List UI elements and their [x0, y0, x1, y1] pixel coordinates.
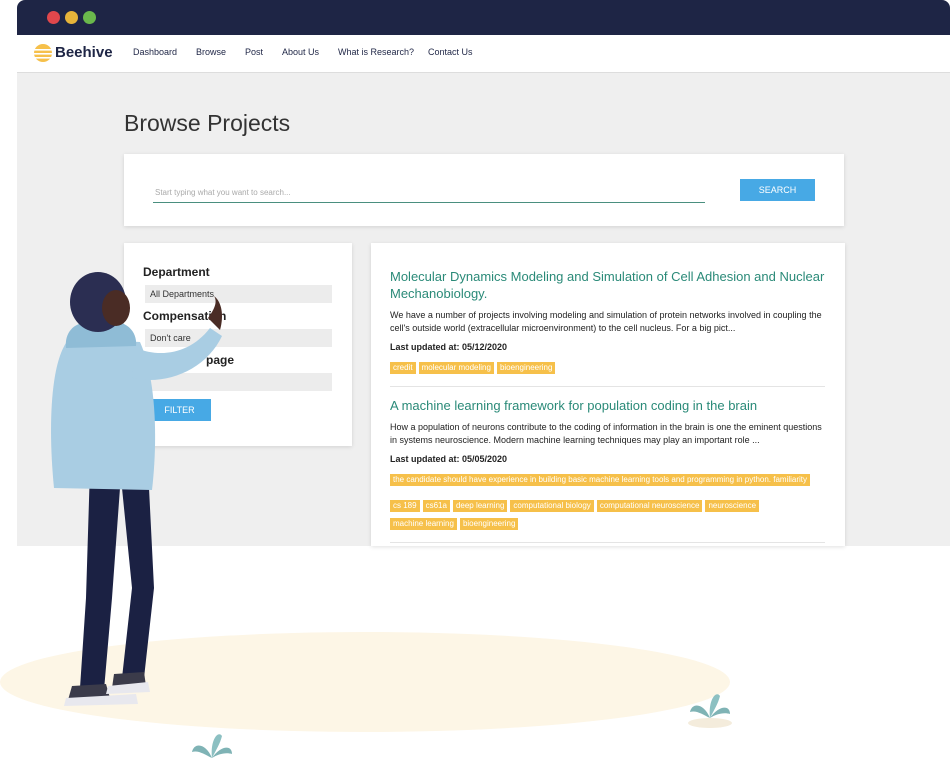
result-description: We have a number of projects involving m…: [390, 310, 822, 333]
nav-dashboard[interactable]: Dashboard: [133, 47, 177, 57]
search-card: SEARCH: [124, 154, 844, 226]
tag[interactable]: the candidate should have experience in …: [390, 474, 811, 486]
result-updated-date: Last updated at: 05/12/2020: [390, 342, 508, 352]
result-tags: credit molecular modeling bioengineering: [390, 358, 825, 376]
minimize-window-icon[interactable]: [65, 11, 78, 24]
nav-post[interactable]: Post: [245, 47, 263, 57]
tag[interactable]: bioengineering: [459, 518, 519, 530]
result-title[interactable]: Molecular Dynamics Modeling and Simulati…: [390, 268, 825, 302]
tag[interactable]: computational biology: [510, 500, 594, 512]
tag[interactable]: computational neuroscience: [596, 500, 703, 512]
plant-icon: [192, 734, 232, 758]
result-updated-date: Last updated at: 05/05/2020: [390, 454, 508, 464]
search-input[interactable]: [153, 182, 705, 203]
result-item: Molecular Dynamics Modeling and Simulati…: [390, 268, 825, 387]
result-tags: cs 189 cs61a deep learning computational bi…: [390, 496, 825, 532]
tag[interactable]: deep learning: [452, 500, 508, 512]
nav-contact-us[interactable]: Contact Us: [428, 47, 473, 57]
result-description: How a population of neurons contribute t…: [390, 422, 822, 445]
result-item: A machine learning framework for populat…: [390, 397, 825, 543]
result-tags: the candidate should have experience in …: [390, 470, 825, 488]
results-panel: Molecular Dynamics Modeling and Simulati…: [371, 243, 845, 546]
tag[interactable]: molecular modeling: [418, 362, 494, 374]
divider: [390, 542, 825, 543]
tag[interactable]: credit: [390, 362, 416, 374]
tag[interactable]: cs61a: [422, 500, 450, 512]
tag[interactable]: machine learning: [390, 518, 457, 530]
nav-what-is-research[interactable]: What is Research?: [338, 47, 414, 57]
result-title[interactable]: A machine learning framework for populat…: [390, 397, 825, 414]
search-button[interactable]: SEARCH: [740, 179, 815, 201]
plant-icon: [688, 694, 732, 728]
divider: [390, 386, 825, 387]
person-illustration: [51, 272, 222, 706]
tag[interactable]: bioengineering: [496, 362, 556, 374]
page-title: Browse Projects: [124, 110, 291, 136]
nav-about-us[interactable]: About Us: [282, 47, 319, 57]
beehive-logo-icon[interactable]: [33, 43, 53, 63]
top-navbar: Beehive Dashboard Browse Post About Us W…: [17, 35, 950, 73]
window-titlebar: [17, 0, 950, 35]
tag[interactable]: cs 189: [390, 500, 420, 512]
tag[interactable]: neuroscience: [705, 500, 760, 512]
nav-browse[interactable]: Browse: [196, 47, 226, 57]
close-window-icon[interactable]: [47, 11, 60, 24]
brand-name[interactable]: Beehive: [55, 44, 113, 61]
maximize-window-icon[interactable]: [83, 11, 96, 24]
